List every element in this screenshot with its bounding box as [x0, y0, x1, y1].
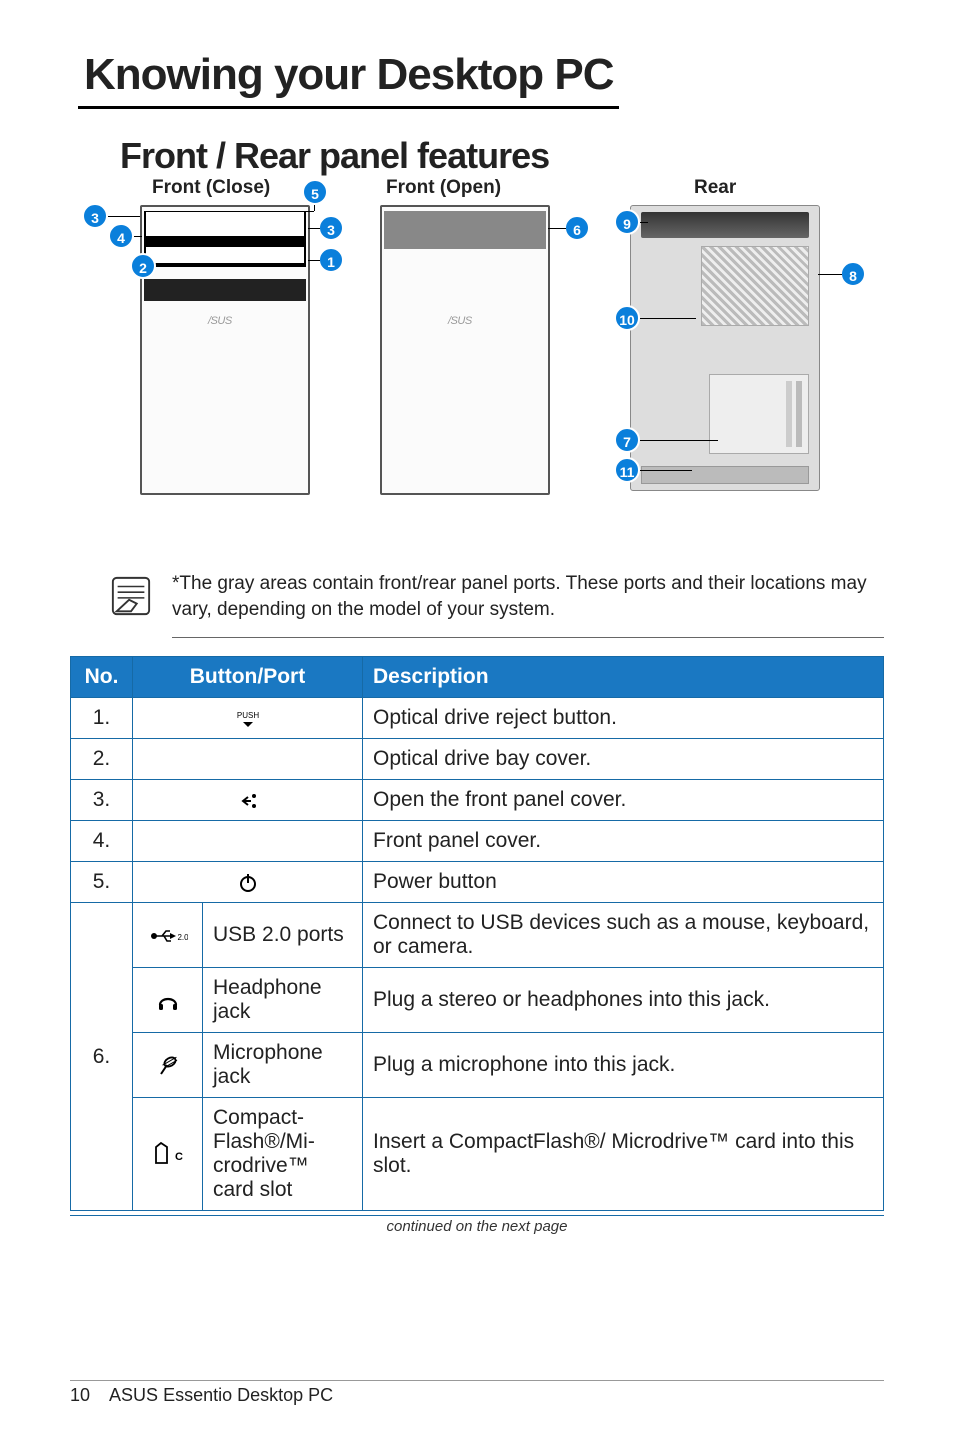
note-icon [110, 575, 152, 617]
rear-tower [630, 205, 820, 491]
table-row: 5. Power button [71, 862, 884, 903]
microphone-icon [156, 1054, 180, 1078]
page-footer: 10 ASUS Essentio Desktop PC [70, 1380, 884, 1406]
front-open-tower: /SUS [380, 205, 550, 495]
callout-7: 7 [614, 427, 640, 453]
chapter-title: Knowing your Desktop PC [78, 50, 619, 109]
callout-6: 6 [564, 215, 590, 241]
callout-3b: 3 [318, 215, 344, 241]
continued-note: continued on the next page [70, 1215, 884, 1235]
cell-icon: PUSH [133, 698, 363, 739]
table-row: Microphone jack Plug a microphone into t… [71, 1033, 884, 1098]
table-row: Headphone jack Plug a stereo or headphon… [71, 968, 884, 1033]
cell-icon [133, 968, 203, 1033]
cell-desc: Plug a microphone into this jack. [363, 1033, 884, 1098]
svg-text:PUSH: PUSH [236, 711, 258, 720]
cell-desc: Plug a stereo or headphones into this ja… [363, 968, 884, 1033]
table-row: 3. Open the front panel cover. [71, 780, 884, 821]
cell-no: 5. [71, 862, 133, 903]
features-table: No. Button/Port Description 1. PUSH Opti… [70, 656, 884, 1211]
callout-11: 11 [614, 457, 640, 483]
cell-no: 6. [71, 903, 133, 1211]
label-front-close: Front (Close) [152, 177, 270, 199]
cell-desc: Optical drive reject button. [363, 698, 884, 739]
label-rear: Rear [694, 177, 736, 199]
th-button: Button/Port [133, 657, 363, 698]
cell-desc: Open the front panel cover. [363, 780, 884, 821]
section-title: Front / Rear panel features [120, 135, 884, 177]
diagram-area: Front (Close) Front (Open) Rear /SUS /SU… [70, 181, 884, 551]
cell-no: 1. [71, 698, 133, 739]
callout-5: 5 [302, 179, 328, 205]
callout-10: 10 [614, 305, 640, 331]
push-icon: PUSH [233, 710, 263, 728]
table-row: 2. Optical drive bay cover. [71, 739, 884, 780]
doc-title: ASUS Essentio Desktop PC [109, 1385, 333, 1405]
note-block: *The gray areas contain front/rear panel… [110, 571, 884, 638]
cell-desc: Power button [363, 862, 884, 903]
usb-icon: 2.0 [148, 927, 188, 945]
cell-desc: Front panel cover. [363, 821, 884, 862]
table-row: 1. PUSH Optical drive reject button. [71, 698, 884, 739]
callout-9: 9 [614, 209, 640, 235]
cell-icon: CF [133, 1098, 203, 1211]
cell-icon [133, 862, 363, 903]
note-text: *The gray areas contain front/rear panel… [172, 571, 884, 638]
cell-icon [133, 1033, 203, 1098]
callout-3a: 3 [82, 203, 108, 229]
cell-no: 4. [71, 821, 133, 862]
table-row: 6. 2.0 USB 2.0 ports Connect to USB devi… [71, 903, 884, 968]
cell-desc: Optical drive bay cover. [363, 739, 884, 780]
power-icon [237, 872, 259, 894]
callout-8: 8 [840, 261, 866, 287]
cell-no: 3. [71, 780, 133, 821]
table-row: CF Compact-Flash®/Mi-crodrive™ card slot… [71, 1098, 884, 1211]
cell-name: Headphone jack [203, 968, 363, 1033]
table-row: 4. Front panel cover. [71, 821, 884, 862]
headphone-icon [156, 989, 180, 1013]
cell-desc: Insert a CompactFlash®/ Microdrive™ card… [363, 1098, 884, 1211]
callout-4: 4 [108, 223, 134, 249]
page-number: 10 [70, 1385, 90, 1405]
cell-icon: 2.0 [133, 903, 203, 968]
callout-1: 1 [318, 247, 344, 273]
open-arrow-icon [237, 790, 259, 812]
cell-no: 2. [71, 739, 133, 780]
cell-name: USB 2.0 ports [203, 903, 363, 968]
svg-text:CF: CF [175, 1151, 183, 1163]
front-close-tower: /SUS [140, 205, 310, 495]
th-desc: Description [363, 657, 884, 698]
callout-2: 2 [130, 253, 156, 279]
cell-name: Compact-Flash®/Mi-crodrive™ card slot [203, 1098, 363, 1211]
th-no: No. [71, 657, 133, 698]
cell-name: Microphone jack [203, 1033, 363, 1098]
compactflash-icon: CF [153, 1141, 183, 1167]
cell-desc: Connect to USB devices such as a mouse, … [363, 903, 884, 968]
label-front-open: Front (Open) [386, 177, 501, 199]
cell-icon [133, 739, 363, 780]
svg-text:2.0: 2.0 [177, 933, 188, 942]
cell-icon [133, 821, 363, 862]
cell-icon [133, 780, 363, 821]
